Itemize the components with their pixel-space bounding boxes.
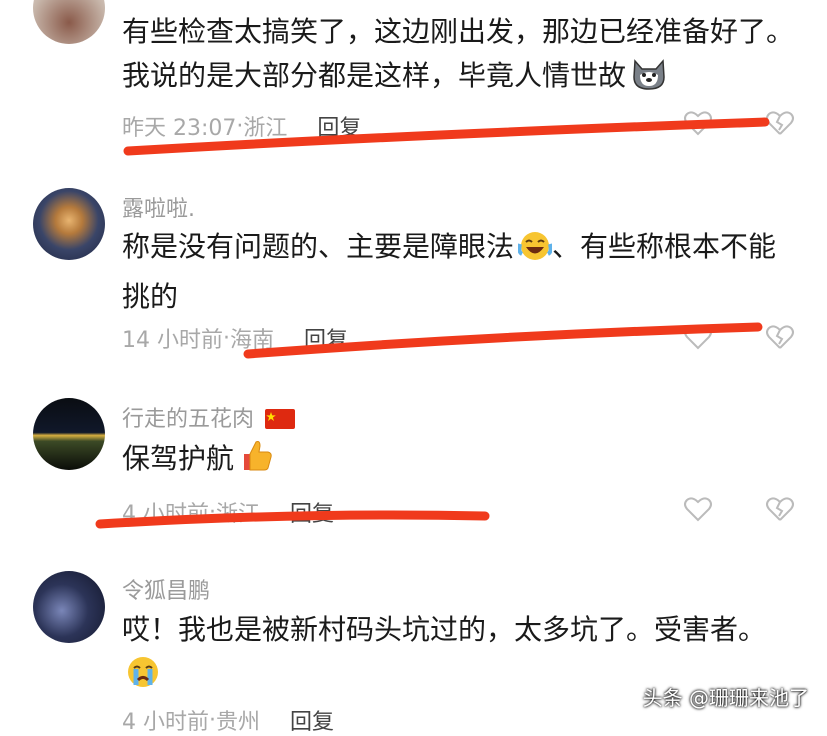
meta-separator: · [236,113,244,139]
thumbs-up-emoji [238,438,274,487]
laughing-tears-emoji [517,230,553,275]
heart-icon[interactable] [683,494,713,524]
china-flag-icon [265,409,296,435]
comment-meta: 14 小时前 · 海南 回复 [122,322,348,354]
comment-time: 昨天 23:07 [122,116,237,141]
comment-username[interactable]: 令狐昌鹏 [122,573,210,605]
meta-separator: · [209,499,216,525]
comment-text-body: 保驾护航 [122,442,235,475]
comment-location: 贵州 [216,710,261,735]
reply-button[interactable]: 回复 [290,496,334,528]
comment-text-body: 哎！我也是被新村码头坑过的，太多坑了。受害者。 [122,613,767,646]
avatar[interactable] [33,571,105,643]
comment-text-body: 有些检查太搞笑了，这边刚出发，那边已经准备好了。我说的是大部分都是这样，毕竟人情… [122,15,795,92]
comment-username-text: 行走的五花肉 [122,407,255,432]
comment-username[interactable]: 露啦啦. [122,191,195,223]
reply-button[interactable]: 回复 [317,110,361,142]
comment-time: 14 小时前 [122,328,223,353]
reply-button[interactable]: 回复 [304,322,348,354]
avatar[interactable] [33,0,105,44]
avatar[interactable] [33,398,105,470]
comment-text: 称是没有问题的、主要是障眼法 、有些称根本不能挑的 [122,225,802,319]
comment-meta: 4 小时前 · 贵州 回复 [122,704,334,736]
broken-heart-icon[interactable] [765,494,795,524]
meta-separator: · [223,325,230,351]
watermark: 头条 @珊珊来池了 [642,686,809,710]
comment-location: 浙江 [216,502,261,527]
broken-heart-icon[interactable] [765,322,795,352]
reply-button[interactable]: 回复 [290,704,334,736]
comment-text: 有些检查太搞笑了，这边刚出发，那边已经准备好了。我说的是大部分都是这样，毕竟人情… [122,10,802,104]
comment-text-body: 称是没有问题的、主要是障眼法 [122,230,515,263]
broken-heart-icon[interactable] [765,108,795,138]
avatar[interactable] [33,188,105,260]
heart-icon[interactable] [683,108,713,138]
comment-time: 4 小时前 [122,710,209,735]
comment-meta: 4 小时前 · 浙江 回复 [122,496,334,528]
heart-icon[interactable] [683,322,713,352]
comment-location: 浙江 [243,116,288,141]
crying-face-emoji [126,655,160,702]
comment-username[interactable]: 行走的五花肉 [122,401,296,435]
comment-meta: 昨天 23:07 · 浙江 回复 [122,110,361,142]
comment-time: 4 小时前 [122,502,209,527]
comment-text: 保驾护航 [122,437,802,487]
husky-dog-emoji [630,57,668,104]
meta-separator: · [209,707,216,733]
comment-location: 海南 [230,328,275,353]
